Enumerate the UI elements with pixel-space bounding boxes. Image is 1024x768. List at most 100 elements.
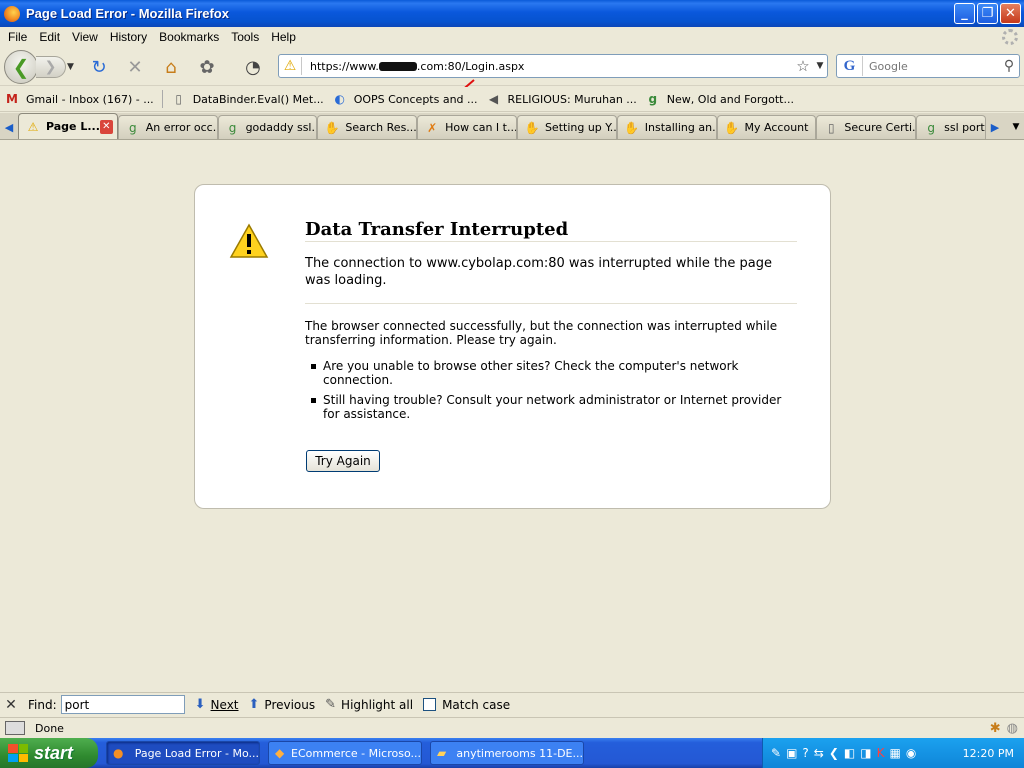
app-icon: ◆ xyxy=(275,746,285,760)
warning-triangle-icon xyxy=(229,223,269,258)
system-tray: ✎ ▣ ? ⇆ ❮ ◧ ◨ K ▦ ◉ 12:20 PM xyxy=(762,738,1024,768)
scroll-left-icon[interactable]: ◀ xyxy=(0,115,18,139)
page-icon: ▯ xyxy=(828,120,835,135)
scroll-right-icon[interactable]: ▶ xyxy=(986,115,1004,139)
url-dropdown-icon[interactable]: ▼ xyxy=(813,61,827,71)
tab[interactable]: ▯ Secure Certi... xyxy=(816,115,917,139)
reload-icon[interactable]: ↻ xyxy=(88,56,110,78)
google-icon: g xyxy=(228,120,237,135)
tray-app-icon[interactable]: ▣ xyxy=(786,746,797,760)
url-bar[interactable]: ⚠ https://www. .com:80/Login.aspx ☆ ▼ xyxy=(278,54,828,78)
error-suggestions: Are you unable to browse other sites? Ch… xyxy=(305,359,797,427)
find-input[interactable] xyxy=(60,695,185,714)
menu-tools[interactable]: Tools xyxy=(225,30,265,44)
menu-help[interactable]: Help xyxy=(265,30,302,44)
google-icon: g xyxy=(648,92,658,106)
network-icon[interactable]: ⇆ xyxy=(814,746,824,760)
highlighter-icon: ✎ xyxy=(325,697,337,712)
bookmark-item[interactable]: ◀ RELIGIOUS: Muruhan ... xyxy=(486,91,637,107)
tray-icon[interactable]: ◨ xyxy=(860,746,871,760)
menubar: File Edit View History Bookmarks Tools H… xyxy=(0,27,1024,46)
maximize-button[interactable]: ❐ xyxy=(977,3,998,24)
menu-bookmarks[interactable]: Bookmarks xyxy=(153,30,225,44)
volume-icon[interactable]: ◉ xyxy=(906,746,916,760)
checkbox[interactable] xyxy=(423,698,437,711)
firefox-icon: ● xyxy=(113,746,124,760)
back-button[interactable]: ❮ xyxy=(4,50,38,84)
history-dropdown-icon[interactable]: ▼ xyxy=(67,62,74,72)
addon-status-icon[interactable]: ◍ xyxy=(1007,721,1018,736)
chevron-left-icon[interactable]: ❮ xyxy=(829,746,839,760)
find-bar: ✕ Find: ⬇ Next ⬆ Previous ✎ Highlight al… xyxy=(0,692,1024,716)
speaker-icon: ◀ xyxy=(488,92,499,106)
google-engine-icon[interactable]: G xyxy=(837,56,863,76)
find-label: Find: xyxy=(28,697,57,712)
forward-button[interactable]: ❯ xyxy=(36,56,66,78)
tab-bar: ◀ ⚠ Page L... ✕ g An error occ... g godadd… xyxy=(0,113,1024,140)
close-findbar-icon[interactable]: ✕ xyxy=(0,697,22,713)
taskbar-item-folder[interactable]: ▰ anytimerooms 11-DE... xyxy=(430,741,584,765)
highlight-all-button[interactable]: ✎ Highlight all xyxy=(325,697,413,712)
firefox-icon xyxy=(4,5,20,22)
throbber-icon xyxy=(1002,29,1018,45)
clock[interactable]: 12:20 PM xyxy=(963,747,1014,760)
menu-edit[interactable]: Edit xyxy=(33,30,66,44)
redacted-mark xyxy=(378,62,417,71)
close-window-button[interactable]: ✕ xyxy=(1000,3,1021,24)
bookmark-star-icon[interactable]: ☆ xyxy=(793,57,813,75)
minimize-button[interactable]: _ xyxy=(954,3,975,24)
addon-icon[interactable]: ✿ xyxy=(196,56,218,78)
site-icon: ◐ xyxy=(334,92,345,106)
tray-icon[interactable]: ◧ xyxy=(844,746,855,760)
menu-file[interactable]: File xyxy=(2,30,33,44)
status-text: Done xyxy=(35,721,64,735)
tab[interactable]: g godaddy ssl... xyxy=(217,115,318,139)
tab[interactable]: ✗ How can I t... xyxy=(417,115,517,139)
tab-list-dropdown-icon[interactable]: ▼ xyxy=(1008,115,1024,139)
tab[interactable]: gssl port - xyxy=(916,115,987,139)
tab[interactable]: ✋ Search Res... xyxy=(317,115,418,139)
tab-page-load-error[interactable]: ⚠ Page L... ✕ xyxy=(17,113,118,139)
bookmark-manager-icon[interactable]: ◔ xyxy=(242,56,264,78)
folder-icon: ▰ xyxy=(437,746,447,760)
stop-icon[interactable]: ✕ xyxy=(124,56,146,78)
taskbar: start ● Page Load Error - Mo... ◆ EComme… xyxy=(0,738,1024,768)
antivirus-icon[interactable]: K xyxy=(877,746,885,760)
site-icon: ✋ xyxy=(524,120,540,135)
menu-view[interactable]: View xyxy=(66,30,104,44)
bookmark-item[interactable]: M Gmail - Inbox (167) - ... xyxy=(4,91,154,107)
google-icon: g xyxy=(927,120,935,135)
find-previous-button[interactable]: ⬆ Previous xyxy=(249,697,316,712)
tray-icon[interactable]: ▦ xyxy=(889,746,900,760)
tab[interactable]: ✋ Setting up Y... xyxy=(516,115,617,139)
match-case-checkbox[interactable]: Match case xyxy=(423,698,510,712)
bookmark-item[interactable]: ◐ OOPS Concepts and ... xyxy=(332,91,477,107)
firebug-icon[interactable]: ✱ xyxy=(990,721,1001,736)
error-title: Data Transfer Interrupted xyxy=(305,219,569,240)
home-icon[interactable]: ⌂ xyxy=(160,56,182,78)
url-text[interactable]: https://www. .com:80/Login.aspx xyxy=(310,60,793,73)
site-icon: ✋ xyxy=(624,120,640,135)
bookmark-item[interactable]: ▯ DataBinder.Eval() Met... xyxy=(171,91,323,107)
pen-icon[interactable]: ✎ xyxy=(771,746,781,760)
find-next-button[interactable]: ⬇ Next xyxy=(195,697,239,712)
help-icon[interactable]: ? xyxy=(802,746,808,760)
search-box[interactable]: G ⚲ xyxy=(836,54,1020,78)
start-button[interactable]: start xyxy=(0,738,98,768)
site-icon: ✋ xyxy=(724,120,740,135)
tab[interactable]: ✋ Installing an... xyxy=(616,115,717,139)
search-icon[interactable]: ⚲ xyxy=(999,58,1019,74)
taskbar-item-visual-studio[interactable]: ◆ ECommerce - Microso... xyxy=(268,741,422,765)
tab[interactable]: g An error occ... xyxy=(117,115,218,139)
arrow-down-icon: ⬇ xyxy=(194,697,206,712)
bookmark-item[interactable]: g New, Old and Forgott... xyxy=(645,91,795,107)
menu-history[interactable]: History xyxy=(104,30,153,44)
taskbar-item-firefox[interactable]: ● Page Load Error - Mo... xyxy=(106,741,260,765)
try-again-button[interactable]: Try Again xyxy=(306,450,380,472)
stack-icon: ✗ xyxy=(427,120,438,135)
windows-logo-icon xyxy=(8,744,28,762)
close-tab-icon[interactable]: ✕ xyxy=(99,119,113,134)
window-titlebar[interactable]: Page Load Error - Mozilla Firefox _ ❐ ✕ xyxy=(0,0,1024,27)
search-input[interactable] xyxy=(863,59,999,73)
tab[interactable]: ✋ My Account xyxy=(716,115,817,139)
